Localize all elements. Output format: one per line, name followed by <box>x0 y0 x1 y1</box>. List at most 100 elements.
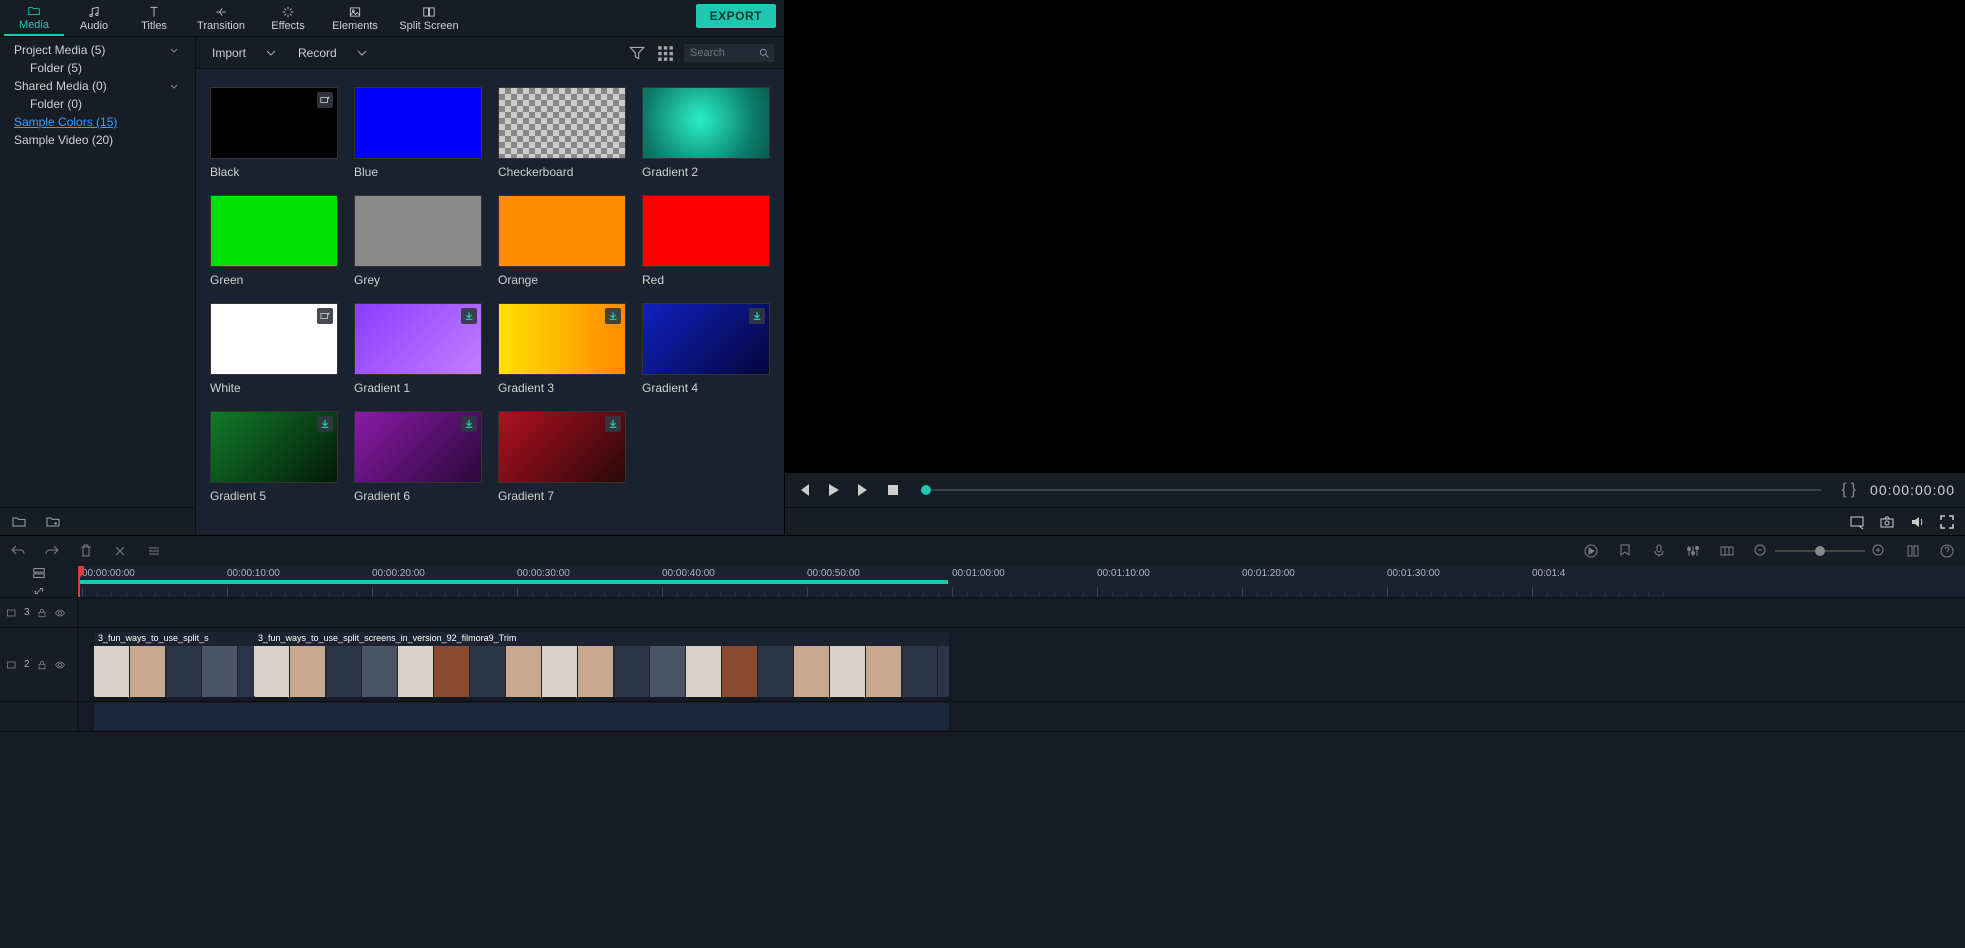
redo-icon[interactable] <box>44 543 60 559</box>
work-area[interactable] <box>78 580 948 584</box>
tree-item[interactable]: Sample Video (20) <box>8 131 187 149</box>
audio-clip[interactable] <box>94 703 949 730</box>
thumbnail-item[interactable]: Gradient 7 <box>498 411 626 503</box>
tab-transition[interactable]: Transition <box>184 0 258 36</box>
volume-icon[interactable] <box>1909 514 1925 530</box>
fullscreen-icon[interactable] <box>1939 514 1955 530</box>
marker-icon[interactable] <box>1617 543 1633 559</box>
add-icon[interactable] <box>317 308 333 324</box>
chevron-down-icon[interactable] <box>169 80 179 90</box>
video-clip[interactable]: 3_fun_ways_to_use_split_s <box>94 632 254 697</box>
thumbnail-item[interactable]: Red <box>642 195 770 287</box>
ruler-timestamp: 00:00:30:00 <box>517 568 570 579</box>
track-header-2[interactable]: 2 <box>0 628 78 701</box>
timeline-tracks: 3 2 3_fun_ways_to_use_split_s3_fun_ways_… <box>0 598 1965 948</box>
snapshot-area-icon[interactable] <box>1849 514 1865 530</box>
help-icon[interactable] <box>1939 543 1955 559</box>
zoom-fit-icon[interactable] <box>1905 543 1921 559</box>
thumbnail-item[interactable]: Gradient 4 <box>642 303 770 395</box>
audio-mixer-icon[interactable] <box>1685 543 1701 559</box>
step-back-icon[interactable] <box>795 482 811 498</box>
filter-icon[interactable] <box>628 44 646 62</box>
download-icon[interactable] <box>605 416 621 432</box>
thumbnail-item[interactable]: Grey <box>354 195 482 287</box>
track-header-audio[interactable] <box>0 702 78 731</box>
download-icon[interactable] <box>605 308 621 324</box>
video-clip[interactable]: 3_fun_ways_to_use_split_screens_in_versi… <box>254 632 949 697</box>
ruler-timestamp: 00:00:50:00 <box>807 568 860 579</box>
tab-effects[interactable]: Effects <box>258 0 318 36</box>
thumbnail-item[interactable]: Gradient 6 <box>354 411 482 503</box>
tab-split-screen[interactable]: Split Screen <box>392 0 466 36</box>
thumbnail-item[interactable]: Blue <box>354 87 482 179</box>
adjust-icon[interactable] <box>146 543 162 559</box>
step-forward-icon[interactable] <box>855 482 871 498</box>
thumbnail-item[interactable]: Gradient 5 <box>210 411 338 503</box>
new-folder-plus-icon[interactable] <box>44 513 62 531</box>
undo-icon[interactable] <box>10 543 26 559</box>
ruler-timestamp: 00:01:10:00 <box>1097 568 1150 579</box>
thumbnail-item[interactable]: Gradient 1 <box>354 303 482 395</box>
lock-icon[interactable] <box>36 659 48 671</box>
link-icon[interactable] <box>32 584 46 598</box>
zoom-in-icon[interactable] <box>1871 543 1887 559</box>
timeline-ruler[interactable]: 00:00:00:0000:00:10:0000:00:20:0000:00:3… <box>78 566 1965 597</box>
tree-item[interactable]: Folder (5) <box>8 59 187 77</box>
track-layout-icon[interactable] <box>32 566 46 580</box>
import-label: Import <box>212 46 246 60</box>
new-folder-icon[interactable] <box>10 513 28 531</box>
chevron-down-icon[interactable] <box>169 44 179 54</box>
download-icon[interactable] <box>461 416 477 432</box>
ruler-timestamp: 00:01:20:00 <box>1242 568 1295 579</box>
snapshot-icon[interactable] <box>1879 514 1895 530</box>
tab-titles[interactable]: Titles <box>124 0 184 36</box>
eye-icon[interactable] <box>54 607 66 619</box>
thumbnail-item[interactable]: Black <box>210 87 338 179</box>
download-icon[interactable] <box>461 308 477 324</box>
preview-scrubber[interactable] <box>921 489 1821 491</box>
timeline-toolbar <box>0 536 1965 566</box>
eye-icon[interactable] <box>54 659 66 671</box>
tree-item[interactable]: Project Media (5) <box>8 41 187 59</box>
thumbnail-item[interactable]: Orange <box>498 195 626 287</box>
tab-audio[interactable]: Audio <box>64 0 124 36</box>
thumbnail-label: Blue <box>354 165 482 179</box>
preview-canvas[interactable] <box>785 0 1965 473</box>
zoom-out-icon[interactable] <box>1753 543 1769 559</box>
thumbnail-label: Green <box>210 273 338 287</box>
tree-item[interactable]: Shared Media (0) <box>8 77 187 95</box>
tree-item[interactable]: Sample Colors (15) <box>8 113 187 131</box>
delete-icon[interactable] <box>78 543 94 559</box>
thumbnail-label: Gradient 3 <box>498 381 626 395</box>
thumbnail-label: Red <box>642 273 770 287</box>
ruler-timestamp: 00:00:20:00 <box>372 568 425 579</box>
track-header-3[interactable]: 3 <box>0 598 78 627</box>
grid-view-icon[interactable] <box>656 44 674 62</box>
thumbnail-item[interactable]: Gradient 3 <box>498 303 626 395</box>
stop-icon[interactable] <box>885 482 901 498</box>
download-icon[interactable] <box>317 416 333 432</box>
thumbnail-item[interactable]: White <box>210 303 338 395</box>
mark-in-out[interactable]: {} <box>1841 481 1856 499</box>
render-icon[interactable] <box>1583 543 1599 559</box>
thumbnail-item[interactable]: Checkerboard <box>498 87 626 179</box>
playhead[interactable] <box>78 566 80 597</box>
import-dropdown[interactable]: Import <box>206 44 282 62</box>
split-icon[interactable] <box>112 543 128 559</box>
lock-icon[interactable] <box>36 607 48 619</box>
record-dropdown[interactable]: Record <box>292 44 373 62</box>
tab-media[interactable]: Media <box>4 0 64 36</box>
thumbnail-item[interactable]: Gradient 2 <box>642 87 770 179</box>
voiceover-icon[interactable] <box>1651 543 1667 559</box>
play-icon[interactable] <box>825 482 841 498</box>
add-icon[interactable] <box>317 92 333 108</box>
zoom-slider[interactable] <box>1775 550 1865 552</box>
thumbnail-label: Gradient 5 <box>210 489 338 503</box>
export-button[interactable]: EXPORT <box>696 4 776 28</box>
thumbnail-label: Gradient 6 <box>354 489 482 503</box>
download-icon[interactable] <box>749 308 765 324</box>
tab-elements[interactable]: Elements <box>318 0 392 36</box>
crop-icon[interactable] <box>1719 543 1735 559</box>
thumbnail-item[interactable]: Green <box>210 195 338 287</box>
tree-item[interactable]: Folder (0) <box>8 95 187 113</box>
